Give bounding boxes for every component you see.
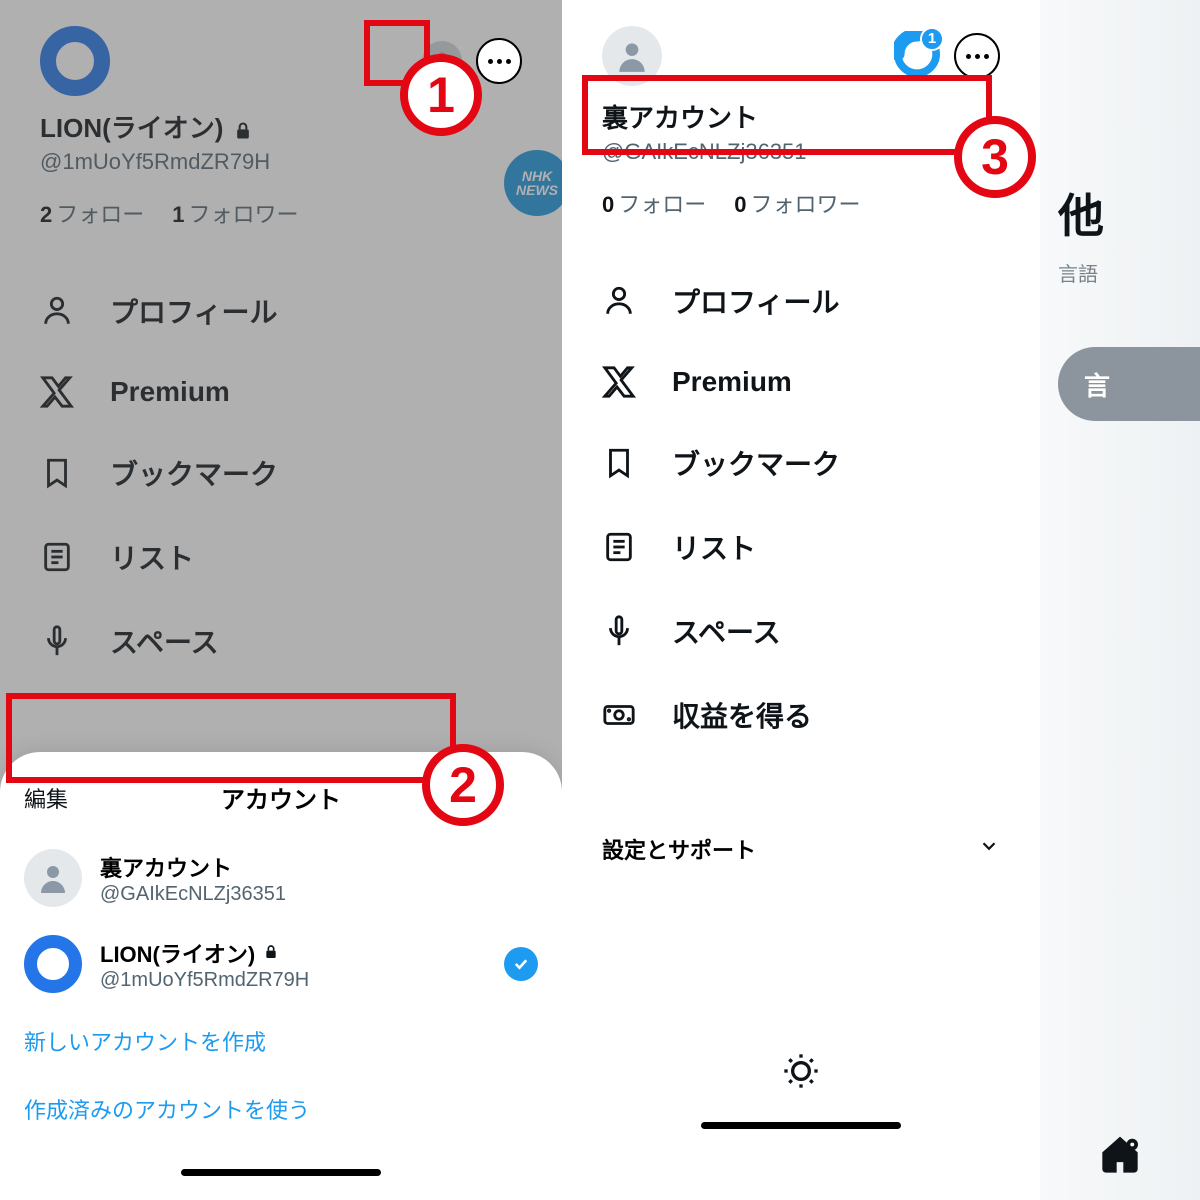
money-icon — [602, 698, 636, 732]
menu-lists[interactable]: リスト — [40, 515, 522, 599]
home-indicator — [701, 1122, 901, 1129]
right-edge-panel: 他 言語 言 — [1040, 0, 1200, 1200]
edge-subtitle: 言語 — [1040, 258, 1200, 287]
drawer-menu: プロフィール Premium ブックマーク リスト スペース 収益を得る — [602, 259, 1000, 757]
spaces-icon — [40, 624, 74, 658]
menu-monetization[interactable]: 収益を得る — [602, 673, 1000, 757]
account-row[interactable]: 裏アカウント @GAIkEcNLZj36351 — [20, 835, 542, 921]
annotation-1: 1 — [400, 54, 482, 136]
edit-button[interactable]: 編集 — [24, 782, 68, 814]
lock-icon — [263, 940, 279, 966]
home-indicator — [181, 1169, 381, 1176]
list-icon — [40, 540, 74, 574]
checkmark-icon — [504, 947, 538, 981]
nhk-badge[interactable]: NHK NEWS — [504, 150, 562, 216]
create-account-link[interactable]: 新しいアカウントを作成 — [20, 1007, 542, 1075]
menu-bookmarks[interactable]: ブックマーク — [40, 431, 522, 515]
account-row[interactable]: LION(ライオン) @1mUoYf5RmdZR79H — [20, 921, 542, 1007]
avatar[interactable] — [40, 26, 110, 96]
handle: @1mUoYf5RmdZR79H — [40, 149, 522, 175]
home-icon[interactable] — [1099, 1134, 1141, 1176]
annotation-2: 2 — [422, 744, 504, 826]
notification-badge: 1 — [920, 27, 944, 51]
menu-bookmarks[interactable]: ブックマーク — [602, 421, 1000, 505]
bookmark-icon — [602, 446, 636, 480]
menu-profile[interactable]: プロフィール — [602, 259, 1000, 343]
use-existing-account-link[interactable]: 作成済みのアカウントを使う — [20, 1075, 542, 1143]
person-icon — [602, 284, 636, 318]
edge-pill-button[interactable]: 言 — [1058, 347, 1200, 421]
sheet-title: アカウント — [221, 780, 341, 815]
drawer-menu: プロフィール Premium ブックマーク リスト スペース — [40, 269, 522, 683]
chevron-down-icon — [978, 835, 1000, 863]
follow-stats: 0フォロー 0フォロワー — [602, 187, 1000, 219]
avatar-icon — [24, 849, 82, 907]
menu-profile[interactable]: プロフィール — [40, 269, 522, 353]
menu-spaces[interactable]: スペース — [40, 599, 522, 683]
avatar-icon — [24, 935, 82, 993]
menu-premium[interactable]: Premium — [602, 343, 1000, 421]
left-panel: LION(ライオン) @1mUoYf5RmdZR79H 2フォロー 1フォロワー… — [0, 0, 562, 1200]
edge-title: 他 — [1040, 180, 1200, 246]
display-mode-button[interactable] — [602, 1051, 1000, 1096]
annotation-3: 3 — [954, 116, 1036, 198]
handle: @GAIkEcNLZj36351 — [602, 139, 1000, 165]
bookmark-icon — [40, 456, 74, 490]
person-icon — [40, 294, 74, 328]
menu-lists[interactable]: リスト — [602, 505, 1000, 589]
list-icon — [602, 530, 636, 564]
menu-premium[interactable]: Premium — [40, 353, 522, 431]
avatar[interactable] — [602, 26, 662, 86]
more-button[interactable] — [954, 33, 1000, 79]
more-button[interactable] — [476, 38, 522, 84]
x-logo-icon — [40, 375, 74, 409]
x-logo-icon — [602, 365, 636, 399]
follow-stats: 2フォロー 1フォロワー — [40, 197, 522, 229]
menu-spaces[interactable]: スペース — [602, 589, 1000, 673]
settings-support[interactable]: 設定とサポート — [602, 807, 1000, 891]
right-panel: 1 裏アカウント @GAIkEcNLZj36351 0フォロー 0フォロワー プ… — [562, 0, 1040, 1200]
spaces-icon — [602, 614, 636, 648]
notification-button[interactable]: 1 — [894, 31, 940, 82]
lock-icon — [233, 117, 253, 137]
display-name: 裏アカウント — [602, 98, 1000, 135]
